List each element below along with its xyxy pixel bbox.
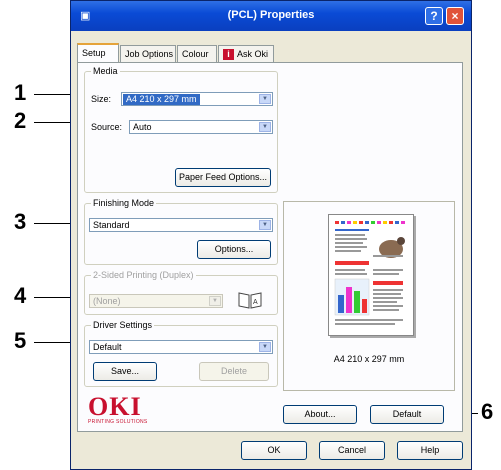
setup-panel: Media Size: A4 210 x 297 mm ▼ Source: Au… <box>77 62 463 432</box>
size-label: Size: <box>91 94 112 104</box>
callout-2: 2 <box>14 108 27 133</box>
duplex-group: 2-Sided Printing (Duplex) (None) ▼ A <box>84 270 278 315</box>
tab-ask-oki-label: Ask Oki <box>237 49 269 59</box>
tab-job-options[interactable]: Job Options <box>120 45 176 62</box>
title-bar[interactable]: ▣ (PCL) Properties ? × <box>71 1 471 31</box>
paper-feed-options-button[interactable]: Paper Feed Options... <box>175 168 271 187</box>
oki-tagline: PRINTING SOLUTIONS <box>88 419 148 425</box>
oki-logo-text: OKI <box>88 392 142 421</box>
oki-logo: OKI PRINTING SOLUTIONS <box>88 392 148 426</box>
about-button[interactable]: About... <box>283 405 357 424</box>
finishing-mode-value: Standard <box>93 220 130 230</box>
callout-4: 4 <box>14 283 27 308</box>
tab-setup[interactable]: Setup <box>77 43 119 63</box>
sample-page-graphic <box>334 221 405 325</box>
save-button[interactable]: Save... <box>93 362 157 381</box>
duplex-select: (None) ▼ <box>89 294 223 308</box>
driver-settings-group: Driver Settings Default ▼ Save... Delete <box>84 320 278 387</box>
ok-button[interactable]: OK <box>241 441 307 460</box>
media-group: Media Size: A4 210 x 297 mm ▼ Source: Au… <box>84 66 278 193</box>
page-preview: A4 210 x 297 mm <box>283 201 455 391</box>
callout-5: 5 <box>14 328 27 353</box>
driver-settings-value: Default <box>93 342 122 352</box>
duplex-value: (None) <box>93 296 121 306</box>
booklet-icon: A <box>238 292 262 309</box>
size-value: A4 210 x 297 mm <box>123 94 200 105</box>
duplex-legend: 2-Sided Printing (Duplex) <box>91 270 196 280</box>
chevron-down-icon: ▼ <box>209 296 221 306</box>
finishing-options-button[interactable]: Options... <box>197 240 271 259</box>
chevron-down-icon[interactable]: ▼ <box>259 220 271 230</box>
source-select[interactable]: Auto ▼ <box>129 120 273 134</box>
finishing-mode-select[interactable]: Standard ▼ <box>89 218 273 232</box>
help-title-button[interactable]: ? <box>425 7 443 25</box>
chevron-down-icon[interactable]: ▼ <box>259 94 271 104</box>
source-label: Source: <box>91 122 123 132</box>
window-title: (PCL) Properties <box>227 9 315 21</box>
finishing-mode-legend: Finishing Mode <box>91 198 157 208</box>
size-select[interactable]: A4 210 x 297 mm ▼ <box>121 92 273 106</box>
finishing-mode-group: Finishing Mode Standard ▼ Options... <box>84 198 278 265</box>
properties-window: ▣ (PCL) Properties ? × Setup Job Options… <box>70 0 472 470</box>
delete-button: Delete <box>199 362 269 381</box>
default-button[interactable]: Default <box>370 405 444 424</box>
callout-3: 3 <box>14 209 27 234</box>
driver-settings-select[interactable]: Default ▼ <box>89 340 273 354</box>
preview-page <box>328 214 414 336</box>
chevron-down-icon[interactable]: ▼ <box>259 122 271 132</box>
info-icon: i <box>223 49 234 61</box>
cancel-button[interactable]: Cancel <box>319 441 385 460</box>
svg-text:A: A <box>253 299 258 306</box>
close-button[interactable]: × <box>446 7 464 25</box>
callout-6: 6 <box>481 399 494 424</box>
source-value: Auto <box>133 122 152 132</box>
media-legend: Media <box>91 66 120 76</box>
tab-ask-oki[interactable]: i Ask Oki <box>218 45 274 62</box>
tab-colour[interactable]: Colour <box>177 45 217 62</box>
driver-settings-legend: Driver Settings <box>91 320 155 330</box>
callout-1: 1 <box>14 80 27 105</box>
preview-caption: A4 210 x 297 mm <box>333 354 405 364</box>
help-button[interactable]: Help <box>397 441 463 460</box>
chevron-down-icon[interactable]: ▼ <box>259 342 271 352</box>
